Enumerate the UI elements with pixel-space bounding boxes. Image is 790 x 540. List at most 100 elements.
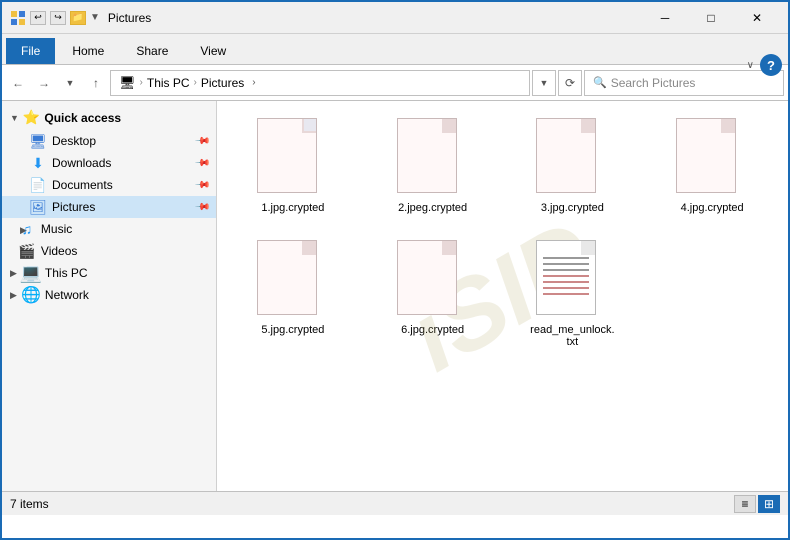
sidebar-label-videos: Videos bbox=[41, 244, 77, 258]
tab-file[interactable]: File bbox=[6, 38, 55, 64]
view-toggle: ≡ ⊞ bbox=[734, 495, 780, 513]
sidebar-label-pictures: Pictures bbox=[52, 200, 95, 214]
sidebar: ▼ ⭐ Quick access 🖥 Desktop 📌 ⬇ Downloads… bbox=[2, 101, 217, 491]
forward-button[interactable]: → bbox=[32, 71, 56, 95]
path-this-pc: This PC bbox=[147, 76, 190, 90]
expand-icon: ▼ bbox=[10, 113, 19, 123]
quick-access-toolbar: ↩ ↪ 📁 ▼ bbox=[30, 11, 100, 25]
network-icon: 🌐 bbox=[23, 287, 39, 303]
window-title: Pictures bbox=[108, 11, 642, 25]
address-bar: ← → ▼ ↑ 🖥 › This PC › Pictures › ▼ ⟳ 🔍 S… bbox=[2, 65, 788, 101]
qat-btn-1[interactable]: ↩ bbox=[30, 11, 46, 25]
item-count: 7 items bbox=[10, 497, 49, 511]
window-controls: ─ □ ✕ bbox=[642, 2, 780, 34]
title-bar: ↩ ↪ 📁 ▼ Pictures ─ □ ✕ bbox=[2, 2, 788, 34]
file-item-2[interactable]: 2.jpeg.crypted bbox=[365, 109, 501, 223]
network-expand-arrow: ▶ bbox=[10, 290, 17, 301]
address-path[interactable]: 🖥 › This PC › Pictures › bbox=[110, 70, 530, 96]
this-pc-icon: 💻 bbox=[23, 265, 39, 281]
file-item-1[interactable]: 1.jpg.crypted bbox=[225, 109, 361, 223]
window-icon bbox=[10, 10, 26, 26]
path-separator-1: › bbox=[140, 77, 143, 88]
file-name-4: 4.jpg.crypted bbox=[681, 202, 744, 214]
minimize-button[interactable]: ─ bbox=[642, 2, 688, 34]
tab-view[interactable]: View bbox=[185, 38, 241, 64]
file-icon-6 bbox=[397, 240, 469, 320]
address-icon: 🖥 bbox=[119, 75, 136, 91]
file-icon-7 bbox=[536, 240, 608, 320]
search-icon: 🔍 bbox=[593, 76, 607, 89]
recent-dropdown-button[interactable]: ▼ bbox=[58, 71, 82, 95]
up-button[interactable]: ↑ bbox=[84, 71, 108, 95]
sidebar-label-network: Network bbox=[45, 288, 89, 302]
sidebar-label-documents: Documents bbox=[52, 178, 113, 192]
sidebar-item-documents[interactable]: 📄 Documents 📌 bbox=[2, 174, 216, 196]
qat-btn-2[interactable]: ↪ bbox=[50, 11, 66, 25]
sidebar-item-this-pc[interactable]: ▶ 💻 This PC bbox=[2, 262, 216, 284]
pictures-icon: 🖼 bbox=[30, 199, 46, 215]
videos-icon: 🎬 bbox=[19, 243, 35, 259]
refresh-button[interactable]: ⟳ bbox=[558, 70, 582, 96]
documents-icon: 📄 bbox=[30, 177, 46, 193]
sidebar-label-this-pc: This PC bbox=[45, 266, 88, 280]
status-bar: 7 items ≡ ⊞ bbox=[2, 491, 788, 515]
file-icon-5 bbox=[257, 240, 329, 320]
sidebar-section-quick-access[interactable]: ▼ ⭐ Quick access bbox=[2, 105, 216, 130]
ribbon-tabs: File Home Share View bbox=[2, 34, 788, 64]
sidebar-item-music[interactable]: ▶ ♫ Music bbox=[2, 218, 216, 240]
sidebar-label-downloads: Downloads bbox=[52, 156, 111, 170]
search-box[interactable]: 🔍 Search Pictures bbox=[584, 70, 784, 96]
sidebar-section-label-quick-access: Quick access bbox=[44, 111, 121, 125]
file-icon-3 bbox=[536, 118, 608, 198]
file-icon-2 bbox=[397, 118, 469, 198]
file-item-6[interactable]: 6.jpg.crypted bbox=[365, 231, 501, 357]
ribbon: File Home Share View ∨ ? bbox=[2, 34, 788, 65]
downloads-icon: ⬇ bbox=[30, 155, 46, 171]
music-icon: ♫ bbox=[19, 221, 35, 237]
main-container: ▼ ⭐ Quick access 🖥 Desktop 📌 ⬇ Downloads… bbox=[2, 101, 788, 491]
back-button[interactable]: ← bbox=[6, 71, 30, 95]
file-name-2: 2.jpeg.crypted bbox=[398, 202, 467, 214]
file-icon-4 bbox=[676, 118, 748, 198]
sidebar-item-downloads[interactable]: ⬇ Downloads 📌 bbox=[2, 152, 216, 174]
file-name-3: 3.jpg.crypted bbox=[541, 202, 604, 214]
sidebar-item-pictures[interactable]: 🖼 Pictures 📌 bbox=[2, 196, 216, 218]
search-placeholder: Search Pictures bbox=[611, 76, 696, 90]
tab-home[interactable]: Home bbox=[57, 38, 119, 64]
qat-dropdown[interactable]: ▼ bbox=[90, 12, 100, 23]
content-area: iSID 1.jpg.crypted 2.jpeg.crypted bbox=[217, 101, 788, 491]
pin-icon-documents: 📌 bbox=[193, 177, 210, 194]
qat-btn-3[interactable]: 📁 bbox=[70, 11, 86, 25]
pin-icon-pictures: 📌 bbox=[193, 199, 210, 216]
help-button[interactable]: ? bbox=[760, 54, 782, 76]
address-dropdown-button[interactable]: ▼ bbox=[532, 70, 556, 96]
file-item-7[interactable]: read_me_unlock.txt bbox=[505, 231, 641, 357]
file-icon-1 bbox=[257, 118, 329, 198]
pin-icon-desktop: 📌 bbox=[193, 133, 210, 150]
tab-share[interactable]: Share bbox=[121, 38, 183, 64]
list-view-button[interactable]: ≡ bbox=[734, 495, 756, 513]
path-pictures: Pictures bbox=[201, 76, 244, 90]
close-button[interactable]: ✕ bbox=[734, 2, 780, 34]
file-item-3[interactable]: 3.jpg.crypted bbox=[505, 109, 641, 223]
sidebar-item-network[interactable]: ▶ 🌐 Network bbox=[2, 284, 216, 306]
quick-access-star-icon: ⭐ bbox=[23, 109, 40, 126]
path-end-arrow: › bbox=[252, 77, 255, 88]
sidebar-item-desktop[interactable]: 🖥 Desktop 📌 bbox=[2, 130, 216, 152]
file-name-7: read_me_unlock.txt bbox=[530, 324, 614, 348]
file-item-4[interactable]: 4.jpg.crypted bbox=[644, 109, 780, 223]
file-name-1: 1.jpg.crypted bbox=[261, 202, 324, 214]
desktop-icon: 🖥 bbox=[30, 133, 46, 149]
sidebar-label-desktop: Desktop bbox=[52, 134, 96, 148]
sidebar-label-music: Music bbox=[41, 222, 72, 236]
grid-view-button[interactable]: ⊞ bbox=[758, 495, 780, 513]
sidebar-item-videos[interactable]: ▶ 🎬 Videos bbox=[2, 240, 216, 262]
file-name-5: 5.jpg.crypted bbox=[261, 324, 324, 336]
ribbon-collapse-btn[interactable]: ∨ bbox=[747, 57, 754, 71]
chevron-down-icon: ∨ bbox=[747, 60, 754, 71]
path-separator-2: › bbox=[194, 77, 197, 88]
file-name-6: 6.jpg.crypted bbox=[401, 324, 464, 336]
maximize-button[interactable]: □ bbox=[688, 2, 734, 34]
file-item-5[interactable]: 5.jpg.crypted bbox=[225, 231, 361, 357]
file-grid: 1.jpg.crypted 2.jpeg.crypted 3.jpg.c bbox=[225, 109, 780, 357]
